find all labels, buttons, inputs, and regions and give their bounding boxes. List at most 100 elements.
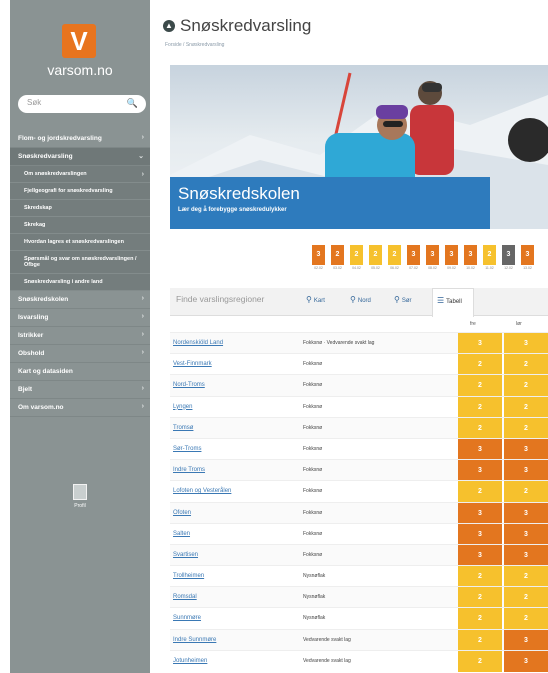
danger-level-cell[interactable]: 2 [458,417,502,439]
danger-level-cell[interactable]: 2 [458,629,502,651]
region-link[interactable]: Lyngen [173,404,192,410]
danger-level-cell[interactable]: 2 [504,375,548,397]
chevron-right-icon[interactable]: › [142,295,144,302]
hero-banner[interactable]: Snøskredskolen Lær deg å forebygge snøsk… [170,177,490,229]
region-search-input[interactable]: Finde varslingsregioner [176,294,264,304]
region-link[interactable]: Jotunheimen [173,658,207,664]
sidebar-subitem[interactable]: Spørsmål og svar om snøskredvarslingen /… [10,251,150,274]
sidebar-item[interactable]: Istrikker › [10,327,150,345]
sidebar-subitem[interactable]: Om snøskredvarslingen › [10,166,150,183]
region-link[interactable]: Svartisen [173,552,198,558]
tab-nord[interactable]: ⚲ Nord [350,295,371,311]
sidebar-item[interactable]: Kart og datasiden [10,363,150,381]
sidebar-item[interactable]: Snøskredvarsling ⌄ [10,148,150,166]
user-icon[interactable] [73,484,87,500]
hero-image[interactable]: Snøskredskolen Lær deg å forebygge snøsk… [170,65,548,229]
timeline-day[interactable]: 3 09.02 [445,245,458,275]
danger-level-cell[interactable]: 3 [504,650,548,672]
site-name[interactable]: varsom.no [10,62,150,78]
chevron-right-icon[interactable]: › [142,331,144,338]
sidebar-item[interactable]: Isvarsling › [10,309,150,327]
sidebar-subitem[interactable]: Snøskredvarsling i andre land [10,274,150,291]
chevron-right-icon[interactable]: › [142,171,144,178]
danger-level-cell[interactable]: 2 [458,375,502,397]
danger-level-cell[interactable]: 3 [504,502,548,524]
danger-level-cell[interactable]: 2 [504,587,548,609]
avalanche-problem: Fokksnø [303,467,323,474]
chevron-right-icon[interactable]: › [142,313,144,320]
timeline-day[interactable]: 2 11.02 [483,245,496,275]
region-link[interactable]: Salten [173,531,190,537]
search-icon[interactable]: 🔍 [127,98,138,109]
danger-level-cell[interactable]: 2 [458,354,502,376]
sidebar-item[interactable]: Obshold › [10,345,150,363]
danger-level-cell[interactable]: 3 [504,523,548,545]
danger-level-cell[interactable]: 2 [458,650,502,672]
danger-level-cell[interactable]: 2 [504,481,548,503]
danger-level-cell[interactable]: 3 [504,544,548,566]
chevron-right-icon[interactable]: › [142,403,144,410]
region-link[interactable]: Nordenskiöld Land [173,340,223,346]
timeline-day[interactable]: 2 04.02 [350,245,363,275]
danger-level-cell[interactable]: 3 [458,544,502,566]
tab-kart[interactable]: ⚲ Kart [306,295,325,311]
timeline-day[interactable]: 2 06.02 [388,245,401,275]
chevron-right-icon[interactable]: › [142,385,144,392]
danger-level-cell[interactable]: 3 [458,523,502,545]
tab-tabell[interactable]: ☰ Tabell [432,288,474,317]
danger-level-cell[interactable]: 3 [458,438,502,460]
danger-level-cell[interactable]: 3 [458,333,502,354]
region-link[interactable]: Sunnmøre [173,615,201,621]
danger-level-cell[interactable]: 2 [458,587,502,609]
region-link[interactable]: Sør-Troms [173,446,201,452]
region-link[interactable]: Indre Troms [173,467,205,473]
sidebar-subitem[interactable]: Hvordan lagres et snøskredvarslingen [10,234,150,251]
danger-level-cell[interactable]: 3 [504,460,548,482]
danger-level-cell[interactable]: 2 [504,354,548,376]
danger-level-cell[interactable]: 2 [458,608,502,630]
danger-level-cell[interactable]: 3 [458,460,502,482]
region-link[interactable]: Ofoten [173,510,191,516]
region-link[interactable]: Romsdal [173,594,197,600]
region-link[interactable]: Vest-Finnmark [173,361,212,367]
danger-level-cell[interactable]: 2 [504,396,548,418]
table-row: Sør-Troms Fokksnø 3 3 [170,437,548,460]
timeline-day[interactable]: 3 12.02 [502,245,515,275]
danger-level-cell[interactable]: 2 [458,566,502,588]
timeline-day[interactable]: 3 10.02 [464,245,477,275]
tab-sør[interactable]: ⚲ Sør [394,295,412,311]
timeline-day[interactable]: 3 08.02 [426,245,439,275]
sidebar-item[interactable]: Snøskredskolen › [10,291,150,309]
sidebar-subitem[interactable]: Skrekag [10,217,150,234]
region-link[interactable]: Nord-Troms [173,382,205,388]
timeline-day[interactable]: 2 03.02 [331,245,344,275]
search-input[interactable]: Søk 🔍 [18,95,146,113]
danger-level-cell[interactable]: 2 [504,608,548,630]
timeline-day[interactable]: 3 07.02 [407,245,420,275]
sidebar-subitem[interactable]: Fjellgeografi for snøskredvarsling [10,183,150,200]
region-link[interactable]: Lofoten og Vesterålen [173,488,231,494]
danger-level-cell[interactable]: 3 [504,629,548,651]
danger-level-cell[interactable]: 2 [504,566,548,588]
region-link[interactable]: Tromsø [173,425,193,431]
danger-level-cell[interactable]: 2 [504,417,548,439]
timeline-day[interactable]: 3 13.02 [521,245,534,275]
sidebar-subitem[interactable]: Skredskap [10,200,150,217]
region-link[interactable]: Indre Sunnmøre [173,637,216,643]
timeline-day[interactable]: 2 05.02 [369,245,382,275]
chevron-right-icon[interactable]: › [142,349,144,356]
danger-level-cell[interactable]: 2 [458,481,502,503]
varsom-logo[interactable]: V [62,24,96,58]
sidebar-item[interactable]: Bjelt › [10,381,150,399]
danger-level-cell[interactable]: 3 [504,333,548,354]
sidebar-item[interactable]: Flom- og jordskredvarsling › [10,130,150,148]
breadcrumb[interactable]: Forside / Snøskredvarsling [165,42,224,48]
chevron-down-icon[interactable]: ⌄ [138,152,144,160]
sidebar-item[interactable]: Om varsom.no › [10,399,150,417]
timeline-day[interactable]: 3 02.02 [312,245,325,275]
danger-level-cell[interactable]: 2 [458,396,502,418]
chevron-right-icon[interactable]: › [142,134,144,141]
danger-level-cell[interactable]: 3 [504,438,548,460]
region-link[interactable]: Trollheimen [173,573,204,579]
danger-level-cell[interactable]: 3 [458,502,502,524]
